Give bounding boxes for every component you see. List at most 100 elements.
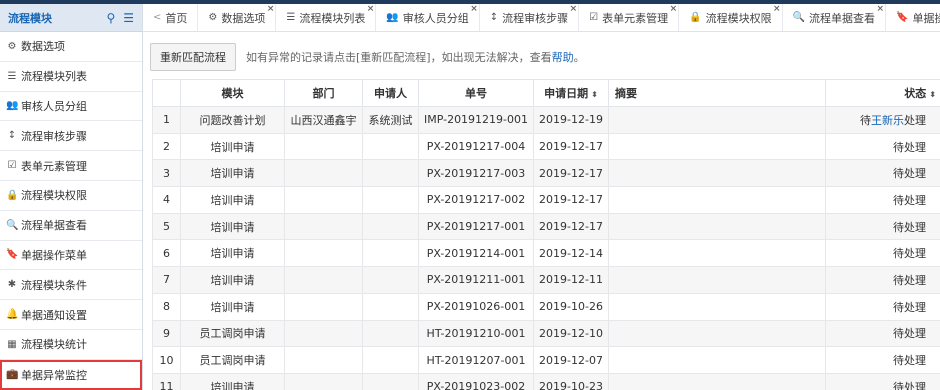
cell-module: 问题改善计划: [180, 106, 285, 134]
sidebar-item-asterisk[interactable]: ✱ 流程模块条件: [0, 270, 142, 301]
cell-status: 待处理: [825, 239, 940, 268]
tab-icon: <: [153, 12, 162, 23]
table-row[interactable]: 6 培训申请 PX-20191214-001 2019-12-14 待处理: [152, 239, 940, 268]
cell-date: 2019-12-17: [533, 186, 609, 214]
table-row[interactable]: 9 员工调岗申请 HT-20191210-001 2019-12-10 待处理: [152, 319, 940, 348]
tab-5[interactable]: ☑ 表单元素管理 ×: [579, 4, 680, 31]
sidebar-item-search[interactable]: 🔍 流程单据查看: [0, 211, 142, 241]
list-icon: ☰: [7, 70, 17, 82]
cell-module: 培训申请: [180, 132, 285, 161]
sidebar-item-label: 单据通知设置: [21, 308, 87, 322]
rematch-button[interactable]: 重新匹配流程: [150, 43, 236, 71]
cell-date: 2019-12-07: [533, 346, 609, 374]
sidebar-item-gear[interactable]: ⚙ 数据选项: [0, 32, 142, 62]
status-user-link[interactable]: 王新乐: [871, 114, 904, 127]
table-row[interactable]: 4 培训申请 PX-20191217-002 2019-12-17 待处理: [152, 186, 940, 214]
tab-0[interactable]: < 首页: [143, 4, 199, 31]
table-row[interactable]: 10 员工调岗申请 HT-20191207-001 2019-12-07 待处理: [152, 346, 940, 374]
main-content: 重新匹配流程 如有异常的记录请点击[重新匹配流程]，如出现无法解决，查看帮助。 …: [150, 40, 940, 390]
close-icon[interactable]: ×: [570, 5, 578, 14]
sidebar-item-label: 流程单据查看: [21, 219, 87, 233]
cell-date: 2019-12-11: [533, 266, 609, 294]
hint-message: 如有异常的记录请点击[重新匹配流程]，如出现无法解决，查看: [246, 51, 552, 64]
cell-index: 9: [152, 319, 181, 348]
sidebar-item-bookmark[interactable]: 🔖 单据操作菜单: [0, 241, 142, 271]
hint-text: 如有异常的记录请点击[重新匹配流程]，如出现无法解决，查看帮助。: [246, 49, 585, 65]
sidebar-item-label: 流程模块权限: [21, 189, 87, 203]
sidebar-item-lock[interactable]: 🔒 流程模块权限: [0, 181, 142, 211]
sidebar-item-label: 数据选项: [21, 40, 65, 54]
cell-index: 5: [152, 212, 181, 241]
status-text: 待处理: [893, 300, 926, 314]
tab-3[interactable]: 👥 审核人员分组 ×: [376, 4, 480, 31]
sidebar-item-chart[interactable]: ▦ 流程模块统计: [0, 330, 142, 360]
cell-date: 2019-12-17: [533, 132, 609, 161]
table-row[interactable]: 5 培训申请 PX-20191217-001 2019-12-17 待处理: [152, 212, 940, 241]
tab-2[interactable]: ☰ 流程模块列表 ×: [276, 4, 377, 31]
table-row[interactable]: 8 培训申请 PX-20191026-001 2019-10-26 待处理: [152, 292, 940, 321]
cell-no: PX-20191217-002: [418, 186, 534, 214]
sidebar-item-bell[interactable]: 🔔 单据通知设置: [0, 300, 142, 330]
cell-module: 培训申请: [180, 292, 285, 321]
hint-suffix: 。: [573, 51, 585, 64]
cell-status: 待处理: [825, 159, 940, 188]
sidebar-item-checkbox[interactable]: ☑ 表单元素管理: [0, 151, 142, 181]
table-row[interactable]: 7 培训申请 PX-20191211-001 2019-12-11 待处理: [152, 266, 940, 294]
sidebar-item-label: 单据异常监控: [21, 368, 87, 382]
cell-summary: [608, 106, 826, 134]
sidebar-item-label: 单据操作菜单: [21, 248, 87, 262]
cell-date: 2019-12-10: [533, 319, 609, 348]
close-icon[interactable]: ×: [367, 5, 375, 14]
cell-date: 2019-12-17: [533, 212, 609, 241]
hamburger-icon[interactable]: ☰: [123, 11, 134, 25]
sidebar-item-briefcase[interactable]: 💼 单据异常监控: [0, 359, 142, 390]
tab-label: 表单元素管理: [602, 11, 669, 25]
table-row[interactable]: 3 培训申请 PX-20191217-003 2019-12-17 待处理: [152, 159, 940, 188]
cell-date: 2019-10-26: [533, 292, 609, 321]
status-text: 待处理: [893, 167, 926, 181]
col-no-header: 单号: [418, 79, 534, 107]
cell-summary: [608, 346, 826, 374]
tab-8[interactable]: 🔖单据操作华×: [886, 4, 940, 31]
tab-label: 单据操作华: [912, 11, 940, 25]
toolbar: 重新匹配流程 如有异常的记录请点击[重新匹配流程]，如出现无法解决，查看帮助。: [150, 40, 940, 74]
close-icon[interactable]: ×: [877, 5, 885, 14]
col-date-header[interactable]: 申请日期 ⬍: [533, 79, 609, 107]
cell-dept: [284, 239, 363, 268]
sidebar-item-sort[interactable]: ↕ 流程审核步骤: [0, 121, 142, 152]
close-icon[interactable]: ×: [773, 5, 781, 14]
sort-icon[interactable]: ⬍: [929, 90, 936, 99]
tab-1[interactable]: ⚙ 数据选项 ×: [198, 4, 277, 31]
cell-module: 培训申请: [180, 159, 285, 188]
search-icon[interactable]: ⚲: [106, 11, 115, 25]
cell-summary: [608, 372, 826, 390]
tab-label: 流程单据查看: [809, 11, 876, 25]
sidebar-item-users[interactable]: 👥 审核人员分组: [0, 92, 142, 122]
table-row[interactable]: 1 问题改善计划 山西汉通鑫宇 系统测试 IMP-20191219-001 2019-12…: [152, 106, 940, 134]
cell-applicant: [362, 186, 419, 214]
sort-icon[interactable]: ⬍: [591, 90, 598, 99]
tab-icon: 🔒: [689, 12, 702, 23]
tab-4[interactable]: ↕ 流程审核步骤 ×: [480, 4, 580, 31]
col-status-header[interactable]: 状态 ⬍: [825, 79, 940, 107]
gear-icon: ⚙: [7, 40, 17, 52]
cell-no: PX-20191026-001: [418, 292, 534, 321]
cell-status: 待处理: [825, 346, 940, 374]
col-summary-header: 摘要: [608, 79, 826, 107]
cell-dept: [284, 212, 363, 241]
status-text: 待: [860, 113, 871, 127]
tab-7[interactable]: 🔍 流程单据查看 ×: [783, 4, 887, 31]
close-icon[interactable]: ×: [670, 5, 678, 14]
help-link[interactable]: 帮助: [552, 51, 574, 64]
cell-dept: [284, 186, 363, 214]
table-row[interactable]: 11 培训申请 PX-20191023-002 2019-10-23 待处理: [152, 372, 940, 390]
close-icon[interactable]: ×: [267, 5, 275, 14]
cell-summary: [608, 292, 826, 321]
close-icon[interactable]: ×: [470, 5, 478, 14]
sidebar-item-label: 流程模块条件: [21, 278, 87, 292]
table-row[interactable]: 2 培训申请 PX-20191217-004 2019-12-17 待处理: [152, 132, 940, 161]
cell-no: PX-20191023-002: [418, 372, 534, 390]
tab-6[interactable]: 🔒 流程模块权限 ×: [679, 4, 783, 31]
sidebar-item-list[interactable]: ☰ 流程模块列表: [0, 62, 142, 92]
col-dept-header: 部门: [284, 79, 363, 107]
